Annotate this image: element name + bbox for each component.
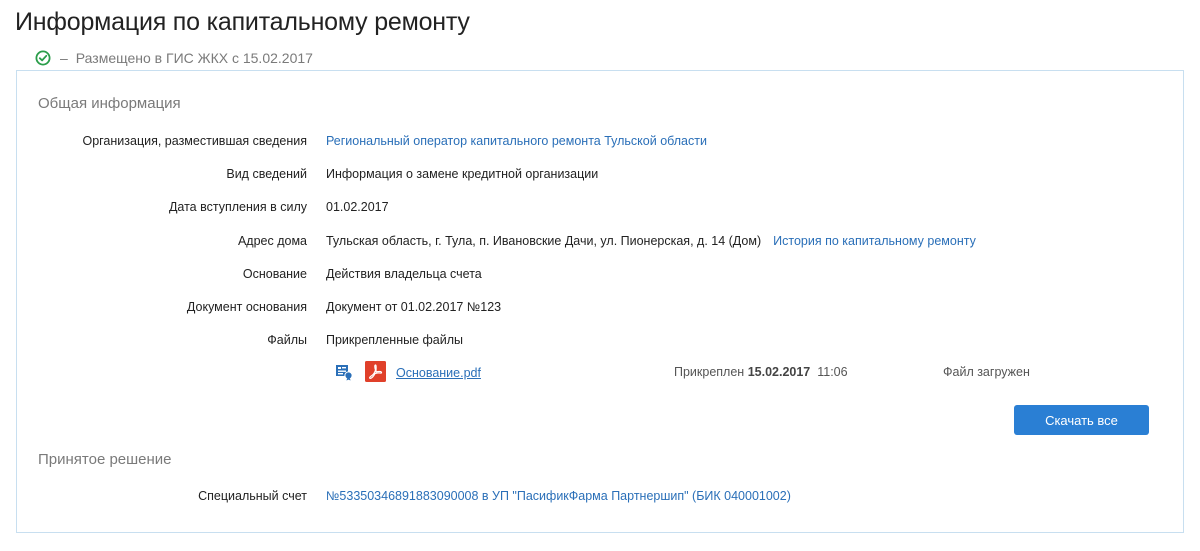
row-effective-date: Дата вступления в силу 01.02.2017: [17, 200, 1177, 220]
row-basis-document: Документ основания Документ от 01.02.201…: [17, 300, 1177, 320]
row-address: Адрес дома Тульская область, г. Тула, п.…: [17, 234, 1177, 254]
organization-link[interactable]: Региональный оператор капитального ремон…: [326, 134, 707, 148]
row-value: 01.02.2017: [326, 200, 389, 214]
section-title-general: Общая информация: [38, 95, 181, 112]
row-label: Вид сведений: [226, 167, 307, 181]
row-label: Файлы: [267, 333, 307, 347]
section-title-decision: Принятое решение: [38, 451, 172, 468]
file-status: Файл загружен: [943, 365, 1030, 379]
address-value: Тульская область, г. Тула, п. Ивановские…: [326, 234, 976, 248]
attached-date: 15.02.2017: [747, 365, 811, 379]
row-label: Адрес дома: [237, 234, 307, 248]
row-value: Документ от 01.02.2017 №123: [326, 300, 502, 314]
row-label: Специальный счет: [198, 489, 307, 503]
row-organization: Организация, разместившая сведения Регио…: [17, 134, 1177, 154]
info-panel: Общая информация Организация, разместивш…: [16, 70, 1184, 533]
file-name-link[interactable]: Основание.pdf: [396, 366, 481, 380]
row-basis: Основание Действия владельца счета: [17, 267, 1177, 287]
address-text: Тульская область, г. Тула, п. Ивановские…: [326, 234, 762, 248]
row-info-type: Вид сведений Информация о замене кредитн…: [17, 167, 1177, 187]
row-label: Документ основания: [186, 300, 307, 314]
attached-label: Прикреплен: [674, 365, 745, 379]
row-value: Информация о замене кредитной организаци…: [326, 167, 599, 181]
pdf-icon: [365, 361, 386, 382]
download-all-button[interactable]: Скачать все: [1014, 405, 1149, 435]
attached-info: Прикреплен 15.02.2017 11:06: [674, 365, 848, 379]
row-special-account: Специальный счет №53350346891883090008 в…: [17, 489, 1177, 509]
row-value: Прикрепленные файлы: [326, 333, 464, 347]
page-title: Информация по капитальному ремонту: [15, 8, 470, 36]
signature-icon[interactable]: [335, 363, 353, 381]
row-label: Основание: [242, 267, 307, 281]
row-files: Файлы Прикрепленные файлы: [17, 333, 1177, 353]
publication-status: – Размещено в ГИС ЖКХ с 15.02.2017: [35, 50, 313, 66]
row-value: Действия владельца счета: [326, 267, 482, 281]
row-label: Дата вступления в силу: [168, 200, 307, 214]
status-dash: –: [60, 50, 68, 66]
repair-history-link[interactable]: История по капитальному ремонту: [773, 234, 976, 248]
status-text: Размещено в ГИС ЖКХ с 15.02.2017: [75, 50, 313, 66]
attached-time: 11:06: [817, 365, 848, 379]
row-label: Организация, разместившая сведения: [82, 134, 307, 148]
file-item: Основание.pdf Прикреплен 15.02.2017 11:0…: [335, 361, 1055, 385]
special-account-link[interactable]: №53350346891883090008 в УП "ПасификФарма…: [326, 489, 791, 503]
check-circle-icon: [35, 50, 51, 66]
